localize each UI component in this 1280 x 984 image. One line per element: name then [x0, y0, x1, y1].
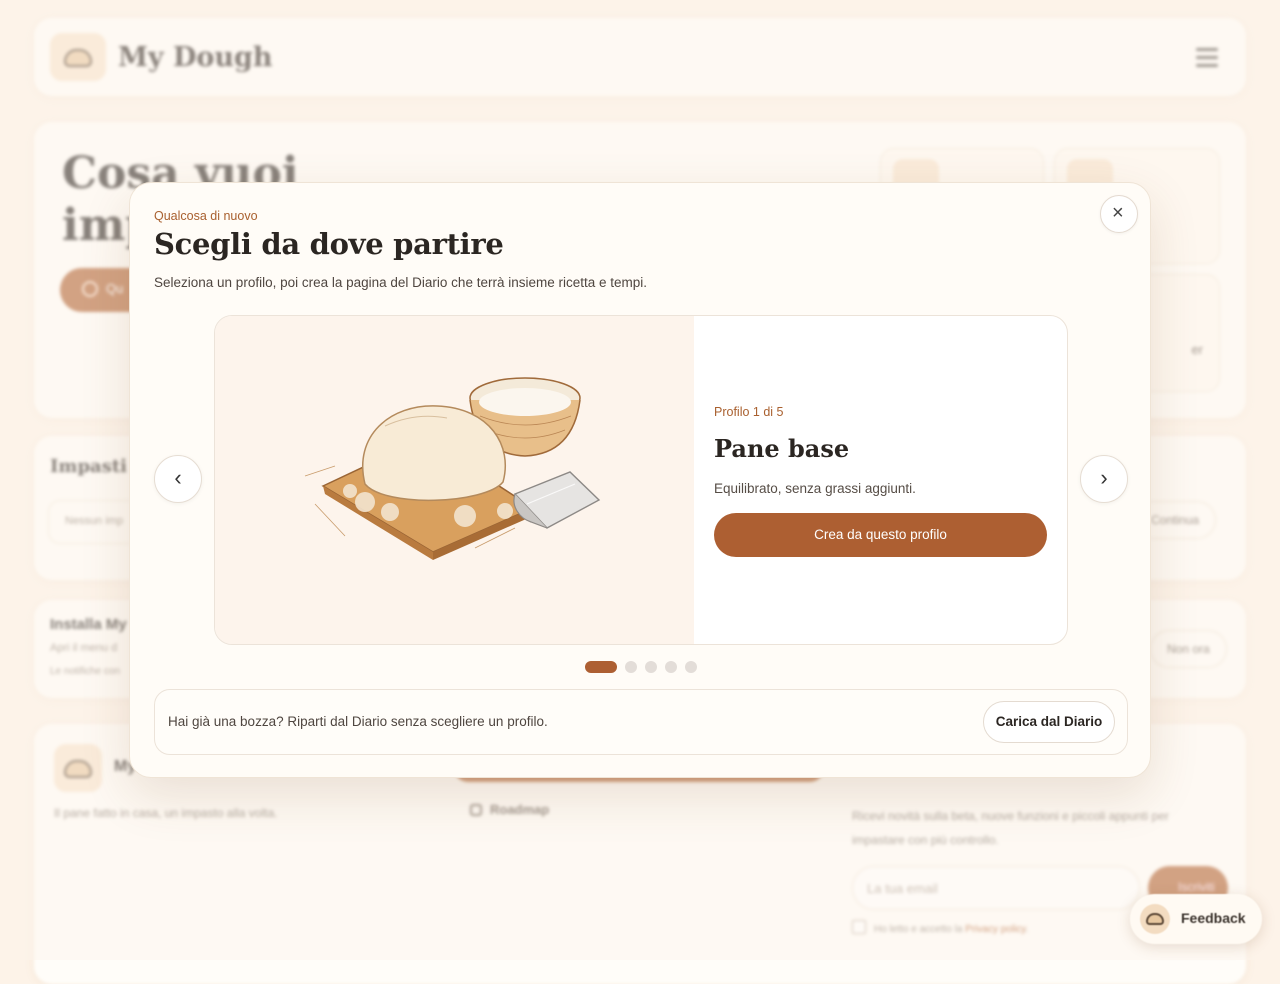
modal-description: Seleziona un profilo, poi crea la pagina…: [154, 275, 648, 290]
pagination-dot[interactable]: [665, 661, 677, 673]
pagination-dot[interactable]: [625, 661, 637, 673]
pagination-dot[interactable]: [685, 661, 697, 673]
next-profile-button[interactable]: ›: [1080, 455, 1128, 503]
feedback-button[interactable]: Feedback: [1130, 894, 1262, 944]
profile-picker-modal: Qualcosa di nuovo Scegli da dove partire…: [129, 182, 1151, 778]
load-from-diary-button[interactable]: Carica dal Diario: [983, 701, 1115, 743]
pagination-dot[interactable]: [585, 661, 617, 673]
chevron-left-icon: ‹: [174, 465, 182, 490]
bread-icon: [1146, 913, 1164, 925]
profile-counter: Profilo 1 di 5: [714, 405, 784, 419]
modal-eyebrow: Qualcosa di nuovo: [154, 209, 258, 223]
draft-text: Hai già una bozza? Riparti dal Diario se…: [168, 714, 548, 729]
dough-illustration: [215, 316, 694, 644]
draft-banner: Hai già una bozza? Riparti dal Diario se…: [154, 689, 1128, 755]
pagination-dot[interactable]: [645, 661, 657, 673]
close-button[interactable]: ×: [1100, 195, 1138, 233]
profile-name: Pane base: [714, 434, 850, 463]
previous-profile-button[interactable]: ‹: [154, 455, 202, 503]
modal-title: Scegli da dove partire: [154, 227, 504, 261]
profile-slide: Profilo 1 di 5 Pane base Equilibrato, se…: [214, 315, 1068, 645]
create-from-profile-button[interactable]: Crea da questo profilo: [714, 513, 1047, 557]
chevron-right-icon: ›: [1100, 465, 1108, 490]
close-icon: ×: [1112, 202, 1124, 224]
feedback-avatar: [1140, 904, 1170, 934]
profile-description: Equilibrato, senza grassi aggiunti.: [714, 481, 916, 496]
